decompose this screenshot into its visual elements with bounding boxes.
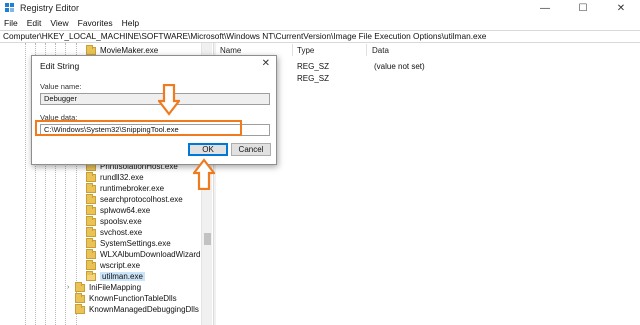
tree-item-label: KnownFunctionTableDlls [89, 294, 177, 303]
tree-item[interactable]: WLXAlbumDownloadWizard.ex [86, 248, 212, 260]
edit-string-dialog: Edit String ✕ Value name: Debugger Value… [31, 55, 277, 165]
column-header-type[interactable]: Type [297, 46, 314, 55]
menu-file[interactable]: File [4, 18, 18, 28]
menu-favorites[interactable]: Favorites [78, 18, 113, 28]
column-header-name[interactable]: Name [220, 46, 241, 55]
value-data-highlight [35, 120, 242, 136]
folder-icon [75, 303, 85, 314]
value-name-label: Value name: [40, 82, 82, 91]
folder-icon [86, 171, 96, 182]
tree-item-label: SystemSettings.exe [100, 239, 171, 248]
cancel-button[interactable]: Cancel [231, 143, 271, 156]
menu-bar: File Edit View Favorites Help [0, 16, 640, 30]
menu-edit[interactable]: Edit [27, 18, 42, 28]
title-bar: Registry Editor — ☐ ✕ [0, 0, 640, 16]
folder-icon [75, 292, 85, 303]
tree-item[interactable]: wscript.exe [86, 259, 141, 271]
tree-item[interactable]: › IniFileMapping [67, 281, 142, 293]
column-header-data[interactable]: Data [372, 46, 389, 55]
folder-icon [86, 215, 96, 226]
folder-icon [75, 281, 85, 292]
tree-item[interactable]: splwow64.exe [86, 204, 151, 216]
menu-help[interactable]: Help [122, 18, 139, 28]
ok-button[interactable]: OK [188, 143, 228, 156]
tree-item-label: splwow64.exe [100, 206, 151, 215]
folder-icon [86, 204, 96, 215]
close-button[interactable]: ✕ [602, 0, 640, 16]
folder-icon [86, 182, 96, 193]
tree-item[interactable]: searchprotocolhost.exe [86, 193, 183, 205]
tree-item-label: searchprotocolhost.exe [100, 195, 183, 204]
tree-item[interactable]: KnownFunctionTableDlls [75, 292, 177, 304]
chevron-right-icon[interactable]: › [67, 284, 73, 291]
values-pane[interactable]: Name Type Data REG_SZ (value not set) RE… [216, 43, 640, 325]
scrollbar-thumb[interactable] [204, 233, 211, 245]
value-data[interactable]: (value not set) [374, 62, 425, 71]
folder-icon [86, 193, 96, 204]
arrow-up-icon [193, 158, 215, 190]
tree-item[interactable]: svchost.exe [86, 226, 143, 238]
tree-item[interactable]: runtimebroker.exe [86, 182, 165, 194]
tree-item[interactable]: spoolsv.exe [86, 215, 142, 227]
tree-item-label: utilman.exe [100, 272, 145, 281]
registry-editor-icon [5, 3, 15, 13]
tree-item[interactable]: KnownManagedDebuggingDlls [75, 303, 199, 315]
folder-icon [86, 248, 96, 259]
dialog-title: Edit String [40, 61, 80, 71]
tree-item-label: IniFileMapping [89, 283, 142, 292]
tree-item-label: WLXAlbumDownloadWizard.ex [100, 250, 212, 259]
tree-item-label: wscript.exe [100, 261, 141, 270]
address-bar[interactable]: Computer\HKEY_LOCAL_MACHINE\SOFTWARE\Mic… [0, 30, 640, 43]
folder-icon [86, 237, 96, 248]
value-name-field: Debugger [40, 93, 270, 105]
folder-icon [86, 226, 96, 237]
tree-item[interactable]: rundll32.exe [86, 171, 144, 183]
maximize-button[interactable]: ☐ [564, 0, 602, 16]
folder-icon [86, 44, 96, 55]
tree-item-label: svchost.exe [100, 228, 143, 237]
value-type[interactable]: REG_SZ [297, 62, 329, 71]
menu-view[interactable]: View [50, 18, 68, 28]
tree-item-label: rundll32.exe [100, 173, 144, 182]
tree-item-label: MovieMaker.exe [100, 46, 159, 55]
tree-item-label: KnownManagedDebuggingDlls [89, 305, 199, 314]
tree-item-selected[interactable]: utilman.exe [86, 270, 145, 282]
folder-open-icon [86, 270, 96, 281]
tree-item-label: spoolsv.exe [100, 217, 142, 226]
folder-icon [86, 259, 96, 270]
tree-item[interactable]: SystemSettings.exe [86, 237, 171, 249]
tree-item-label: runtimebroker.exe [100, 184, 165, 193]
value-type[interactable]: REG_SZ [297, 74, 329, 83]
minimize-button[interactable]: — [526, 0, 564, 16]
arrow-down-icon [158, 84, 180, 116]
dialog-close-button[interactable]: ✕ [262, 58, 270, 69]
window-title: Registry Editor [20, 3, 80, 13]
